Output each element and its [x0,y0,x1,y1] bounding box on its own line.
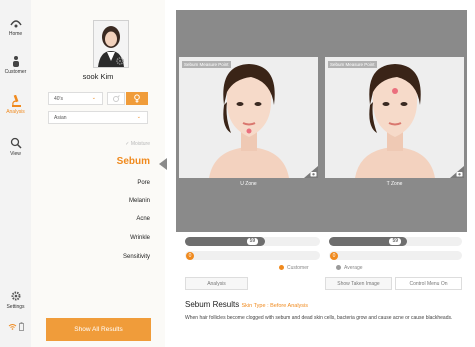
menu-item-wrinkle[interactable]: Wrinkle [31,235,150,241]
u-zone-customer-bar: 0 [185,251,320,260]
sidebar-item-analysis[interactable]: Analysis [0,95,31,115]
chevron-down-icon: ⌄ [91,95,96,101]
active-indicator-arrow [159,158,167,170]
t-zone-label: T Zone [386,181,403,187]
face-illustration [209,64,289,178]
results-description: When hair follicles become clogged with … [185,315,453,321]
sidebar-item-label: View [10,151,21,157]
sidebar: Home Customer Analysis View Settings [0,0,32,347]
sidebar-item-view[interactable]: View [0,137,31,157]
u-zone-customer-value: 0 [186,251,194,260]
show-all-results-button[interactable]: Show All Results [46,318,151,341]
legend-average: Average [336,265,363,271]
sidebar-item-label: Analysis [6,109,25,115]
u-zone-label: U Zone [240,181,257,187]
results-title: Sebum Results [185,300,240,309]
age-select-value: 40's [54,96,64,102]
menu-item-melanin[interactable]: Melanin [31,198,150,204]
menu-item-sensitivity[interactable]: Sensitivity [31,254,150,260]
sidebar-item-label: Settings [6,304,25,310]
age-select[interactable]: 40's ⌄ [48,92,103,105]
gear-icon [11,291,20,301]
skin-type-status: Skin Type : Before Analysis [241,303,309,309]
chevron-down-icon: ⌄ [136,114,141,120]
sidebar-item-home[interactable]: Home [0,17,31,37]
u-zone-average-bar: 59 [185,237,320,246]
gender-female-button[interactable] [126,92,148,105]
sidebar-item-label: Customer [4,69,27,75]
camera-icon[interactable] [450,166,464,178]
microscope-icon [11,95,21,107]
analysis-button[interactable]: Analysis [185,277,248,290]
legend-customer: Customer [279,265,309,271]
measure-point-tag: Sebum Measure Point [182,61,231,68]
u-zone-average-value: 59 [246,238,259,245]
customer-icon [12,56,19,67]
menu-item-sebum[interactable]: Sebum [31,156,150,167]
menu-item-moisture[interactable]: ✓ Moisture [31,141,150,147]
control-menu-button[interactable]: Control Menu On [395,277,462,290]
results-heading: Sebum Results Skin Type : Before Analysi… [185,300,308,309]
menu-item-moisture-label: Moisture [130,141,150,147]
wifi-icon [8,324,17,330]
legend-average-label: Average [344,265,363,271]
photo-settings-icon[interactable] [115,56,125,66]
home-icon [9,20,22,28]
customer-name: sook Kim [82,72,114,81]
camera-icon[interactable] [304,166,318,178]
ethnicity-select-value: Asian [54,115,67,121]
t-zone-panel[interactable]: Sebum Measure Point [325,57,464,178]
legend-customer-label: Customer [287,265,309,271]
ethnicity-select[interactable]: Asian ⌄ [48,111,148,124]
t-zone-average-value: 59 [389,238,402,245]
sidebar-item-customer[interactable]: Customer [0,55,31,75]
sidebar-item-settings[interactable]: Settings [0,290,31,310]
measure-point-tag: Sebum Measure Point [328,61,377,68]
menu-item-acne[interactable]: Acne [31,216,150,222]
gender-male-button[interactable] [107,92,125,105]
female-icon [134,94,140,103]
t-zone-customer-bar: 0 [329,251,462,260]
show-taken-image-button[interactable]: Show Taken Image [325,277,392,290]
t-zone-customer-value: 0 [330,251,338,260]
u-zone-panel[interactable]: Sebum Measure Point [179,57,318,178]
magnifier-icon [10,137,22,149]
average-swatch [336,265,341,271]
face-illustration [355,64,435,178]
sidebar-item-label: Home [8,31,23,37]
t-zone-average-bar: 59 [329,237,462,246]
male-icon [113,95,120,102]
menu-item-pore[interactable]: Pore [31,180,150,186]
customer-swatch [279,265,284,271]
battery-icon [19,322,24,331]
